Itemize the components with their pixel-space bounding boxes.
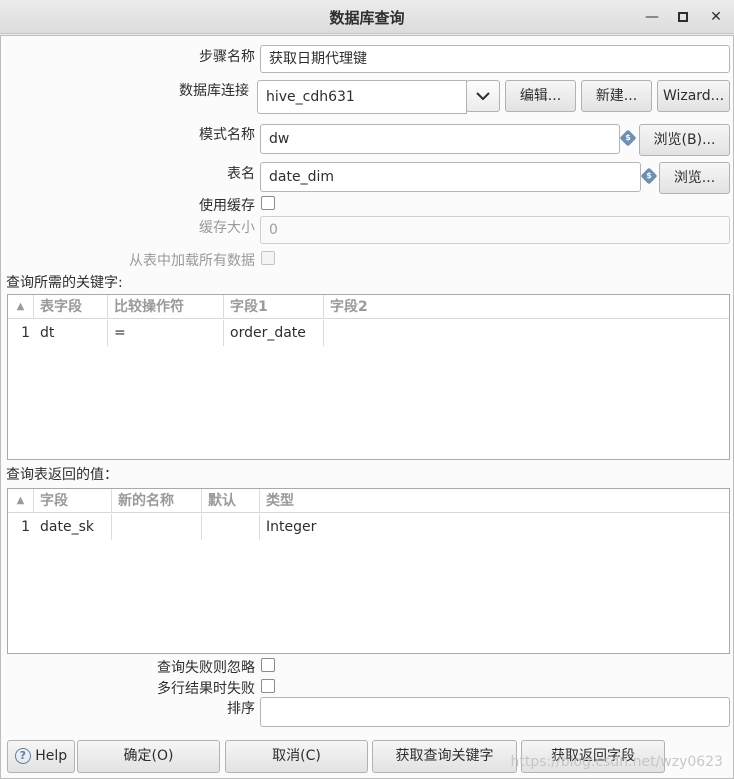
use-cache-label: 使用缓存 (199, 198, 255, 214)
column-header[interactable]: 类型 (260, 489, 360, 513)
default-cell[interactable] (202, 514, 260, 540)
table-header: ▲ 字段 新的名称 默认 类型 (8, 489, 729, 513)
table-name-input[interactable]: date_dim (260, 162, 641, 192)
step-name-input[interactable]: 获取日期代理键 (260, 45, 730, 73)
maximize-square-icon (678, 12, 688, 22)
field2-cell[interactable] (324, 320, 424, 346)
fail-ignore-checkbox[interactable] (261, 658, 275, 672)
browse-schema-button[interactable]: 浏览(B)... (639, 124, 730, 156)
column-header[interactable]: 字段 (34, 489, 112, 513)
return-values-table: ▲ 字段 新的名称 默认 类型 1 date_sk Integer (7, 488, 730, 654)
step-name-label: 步骤名称 (199, 49, 255, 65)
help-button[interactable]: ? Help (7, 740, 75, 773)
field1-cell[interactable]: order_date (224, 320, 324, 346)
row-number: 1 (21, 519, 30, 535)
minimize-icon[interactable]: — (640, 5, 664, 29)
close-icon[interactable]: ✕ (704, 5, 728, 29)
column-header[interactable]: 字段1 (224, 295, 324, 319)
order-by-label: 排序 (227, 701, 255, 717)
help-icon: ? (14, 748, 31, 764)
new-connection-button[interactable]: 新建... (581, 80, 652, 112)
load-all-data-checkbox[interactable] (261, 251, 275, 265)
order-by-input[interactable] (260, 697, 730, 727)
watermark: https://blog.csdn.net/wzy0623 (510, 754, 723, 770)
field-cell[interactable]: date_sk (34, 514, 112, 540)
use-cache-checkbox[interactable] (261, 196, 275, 210)
cancel-button[interactable]: 取消(C) (225, 740, 368, 773)
column-header[interactable]: 字段2 (324, 295, 424, 319)
comparator-cell[interactable]: = (108, 320, 224, 346)
get-lookup-keys-button[interactable]: 获取查询关键字 (372, 740, 517, 773)
browse-table-button[interactable]: 浏览... (659, 162, 730, 194)
db-connection-dropdown[interactable] (466, 80, 500, 112)
load-all-data-label: 从表中加载所有数据 (129, 253, 255, 269)
variable-icon: $ (619, 129, 637, 147)
sort-icon[interactable]: ▲ (8, 295, 34, 319)
column-header[interactable]: 比较操作符 (108, 295, 224, 319)
schema-label: 模式名称 (199, 127, 255, 143)
row-number: 1 (21, 325, 30, 341)
table-name-label: 表名 (227, 166, 255, 182)
help-label: Help (35, 748, 68, 764)
type-cell[interactable]: Integer (260, 514, 360, 540)
lookup-keys-label: 查询所需的关键字: (6, 275, 123, 291)
window-title: 数据库查询 (329, 9, 405, 27)
new-name-cell[interactable] (112, 514, 202, 540)
wizard-button[interactable]: Wizard... (657, 80, 730, 112)
sort-icon[interactable]: ▲ (8, 489, 34, 513)
multi-result-fail-label: 多行结果时失败 (157, 681, 255, 697)
return-values-label: 查询表返回的值： (6, 467, 118, 483)
cache-size-label: 缓存大小 (199, 220, 255, 236)
column-header[interactable]: 新的名称 (112, 489, 202, 513)
schema-input[interactable]: dw (260, 124, 620, 154)
chevron-down-icon (476, 92, 490, 101)
db-connection-select[interactable]: hive_cdh631 (257, 80, 467, 114)
table-header: ▲ 表字段 比较操作符 字段1 字段2 (8, 295, 729, 319)
variable-icon: $ (640, 167, 658, 185)
column-header[interactable]: 默认 (202, 489, 260, 513)
table-row[interactable]: 1 dt = order_date (8, 320, 729, 346)
column-header[interactable]: 表字段 (34, 295, 108, 319)
fail-ignore-label: 查询失败则忽略 (157, 660, 255, 676)
table-row[interactable]: 1 date_sk Integer (8, 514, 729, 540)
multi-result-fail-checkbox[interactable] (261, 679, 275, 693)
dialog-content: 步骤名称 获取日期代理键 数据库连接 hive_cdh631 编辑... 新建.… (0, 35, 734, 779)
ok-button[interactable]: 确定(O) (77, 740, 220, 773)
edit-connection-button[interactable]: 编辑... (505, 80, 576, 112)
table-field-cell[interactable]: dt (34, 320, 108, 346)
maximize-icon[interactable] (671, 5, 695, 29)
cache-size-input[interactable]: 0 (260, 216, 730, 244)
db-connection-label: 数据库连接 (179, 83, 249, 99)
lookup-keys-table: ▲ 表字段 比较操作符 字段1 字段2 1 dt = order_date (7, 294, 730, 460)
title-bar: 数据库查询 — ✕ (0, 0, 734, 34)
